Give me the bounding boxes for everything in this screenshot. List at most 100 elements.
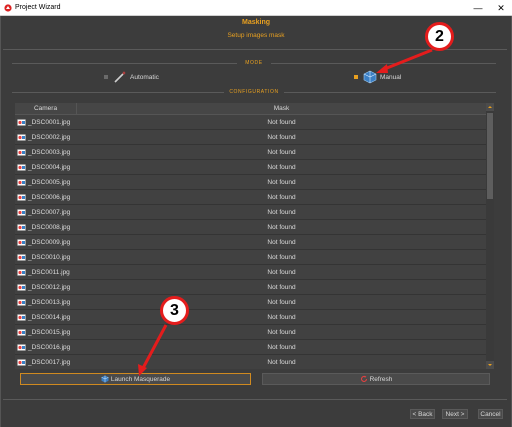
table-row[interactable]: _DSC0005.jpg Not found bbox=[15, 175, 486, 190]
mask-status: Not found bbox=[267, 209, 296, 216]
camera-name: _DSC0005.jpg bbox=[28, 179, 71, 186]
camera-cell: _DSC0017.jpg bbox=[17, 355, 77, 369]
camera-cell: _DSC0006.jpg bbox=[17, 190, 77, 205]
mask-status: Not found bbox=[267, 299, 296, 306]
camera-cell: _DSC0011.jpg bbox=[17, 265, 77, 280]
camera-name: _DSC0012.jpg bbox=[28, 284, 71, 291]
table-body: _DSC0001.jpg Not found _DSC0002.jpg Not fou… bbox=[15, 115, 486, 369]
camera-image-icon bbox=[17, 224, 26, 231]
table-row[interactable]: _DSC0004.jpg Not found bbox=[15, 160, 486, 175]
camera-image-icon bbox=[17, 149, 26, 156]
manual-radio[interactable] bbox=[354, 75, 358, 79]
mask-status: Not found bbox=[267, 254, 296, 261]
mask-status: Not found bbox=[267, 284, 296, 291]
cancel-button[interactable]: Cancel bbox=[478, 409, 503, 419]
mask-status: Not found bbox=[267, 329, 296, 336]
table-row[interactable]: _DSC0016.jpg Not found bbox=[15, 340, 486, 355]
camera-cell: _DSC0016.jpg bbox=[17, 340, 77, 355]
table-scrollbar[interactable] bbox=[486, 103, 494, 369]
camera-image-icon bbox=[17, 329, 26, 336]
camera-cell: _DSC0015.jpg bbox=[17, 325, 77, 340]
camera-cell: _DSC0004.jpg bbox=[17, 160, 77, 175]
next-button[interactable]: Next > bbox=[442, 409, 468, 419]
table-row[interactable]: _DSC0003.jpg Not found bbox=[15, 145, 486, 160]
mask-status: Not found bbox=[267, 239, 296, 246]
table-row[interactable]: _DSC0011.jpg Not found bbox=[15, 265, 486, 280]
close-button[interactable]: ✕ bbox=[493, 0, 509, 16]
refresh-icon bbox=[360, 375, 367, 382]
table-row[interactable]: _DSC0010.jpg Not found bbox=[15, 250, 486, 265]
table-row[interactable]: _DSC0014.jpg Not found bbox=[15, 310, 486, 325]
camera-image-icon bbox=[17, 254, 26, 261]
callout-badge-manual: 2 bbox=[425, 22, 454, 51]
manual-label: Manual bbox=[380, 73, 402, 81]
window-title: Project Wizard bbox=[15, 4, 61, 11]
column-header-mask[interactable]: Mask bbox=[77, 103, 486, 115]
camera-name: _DSC0011.jpg bbox=[28, 269, 70, 276]
camera-image-icon bbox=[17, 359, 26, 366]
table-row[interactable]: _DSC0013.jpg Not found bbox=[15, 295, 486, 310]
table-row[interactable]: _DSC0007.jpg Not found bbox=[15, 205, 486, 220]
table-row[interactable]: _DSC0012.jpg Not found bbox=[15, 280, 486, 295]
table-row[interactable]: _DSC0009.jpg Not found bbox=[15, 235, 486, 250]
callout-badge-launch: 3 bbox=[160, 296, 189, 325]
automatic-radio[interactable] bbox=[104, 75, 108, 79]
camera-cell: _DSC0014.jpg bbox=[17, 310, 77, 325]
mask-status: Not found bbox=[267, 314, 296, 321]
mask-status: Not found bbox=[267, 164, 296, 171]
table-row[interactable]: _DSC0017.jpg Not found bbox=[15, 355, 486, 369]
camera-name: _DSC0006.jpg bbox=[28, 194, 71, 201]
camera-name: _DSC0001.jpg bbox=[28, 119, 71, 126]
app-logo-icon bbox=[4, 4, 12, 12]
camera-image-icon bbox=[17, 134, 26, 141]
window-titlebar: Project Wizard — ✕ bbox=[0, 0, 512, 16]
launch-masquerade-label: Launch Masquerade bbox=[110, 375, 171, 383]
table-header: Camera Mask bbox=[15, 103, 486, 115]
header-divider bbox=[3, 49, 507, 50]
camera-image-icon bbox=[17, 164, 26, 171]
camera-name: _DSC0013.jpg bbox=[28, 299, 71, 306]
back-button[interactable]: < Back bbox=[410, 409, 435, 419]
camera-cell: _DSC0013.jpg bbox=[17, 295, 77, 310]
footer-divider bbox=[3, 399, 507, 400]
camera-image-icon bbox=[17, 179, 26, 186]
scroll-thumb[interactable] bbox=[487, 113, 493, 199]
camera-image-icon bbox=[17, 314, 26, 321]
mask-status: Not found bbox=[267, 359, 296, 366]
refresh-label: Refresh bbox=[369, 375, 393, 383]
launch-masquerade-button[interactable]: Launch Masquerade bbox=[20, 373, 251, 385]
camera-cell: _DSC0012.jpg bbox=[17, 280, 77, 295]
mode-automatic-option[interactable]: Automatic bbox=[104, 69, 159, 85]
column-header-camera[interactable]: Camera bbox=[15, 103, 77, 115]
table-row[interactable]: _DSC0008.jpg Not found bbox=[15, 220, 486, 235]
camera-image-icon bbox=[17, 239, 26, 246]
mask-status: Not found bbox=[267, 179, 296, 186]
camera-cell: _DSC0009.jpg bbox=[17, 235, 77, 250]
magic-wand-icon bbox=[114, 71, 126, 83]
mask-status: Not found bbox=[267, 119, 296, 126]
mode-section-header: MODE bbox=[12, 59, 496, 67]
mask-status: Not found bbox=[267, 149, 296, 156]
minimize-button[interactable]: — bbox=[470, 0, 486, 16]
scroll-down-arrow[interactable] bbox=[486, 361, 494, 369]
camera-name: _DSC0003.jpg bbox=[28, 149, 71, 156]
mode-manual-option[interactable]: Manual bbox=[354, 69, 401, 85]
camera-name: _DSC0007.jpg bbox=[28, 209, 71, 216]
camera-image-icon bbox=[17, 119, 26, 126]
scroll-up-arrow[interactable] bbox=[486, 103, 494, 111]
camera-name: _DSC0014.jpg bbox=[28, 314, 71, 321]
table-row[interactable]: _DSC0002.jpg Not found bbox=[15, 130, 486, 145]
table-row[interactable]: _DSC0006.jpg Not found bbox=[15, 190, 486, 205]
camera-name: _DSC0009.jpg bbox=[28, 239, 71, 246]
camera-cell: _DSC0001.jpg bbox=[17, 115, 77, 130]
camera-cell: _DSC0003.jpg bbox=[17, 145, 77, 160]
camera-cell: _DSC0005.jpg bbox=[17, 175, 77, 190]
refresh-button[interactable]: Refresh bbox=[262, 373, 490, 385]
camera-image-icon bbox=[17, 284, 26, 291]
camera-name: _DSC0004.jpg bbox=[28, 164, 71, 171]
table-row[interactable]: _DSC0001.jpg Not found bbox=[15, 115, 486, 130]
mask-status: Not found bbox=[267, 224, 296, 231]
table-row[interactable]: _DSC0015.jpg Not found bbox=[15, 325, 486, 340]
camera-image-icon bbox=[17, 269, 26, 276]
camera-name: _DSC0017.jpg bbox=[28, 359, 71, 366]
